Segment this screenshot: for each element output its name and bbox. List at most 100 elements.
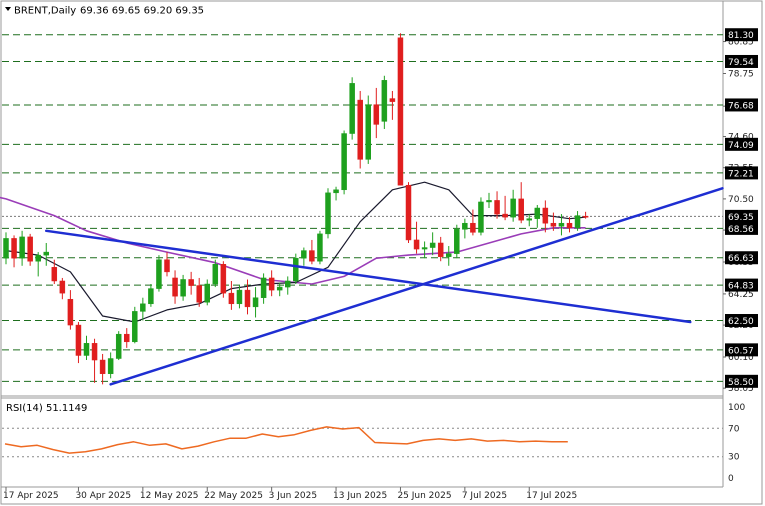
bullish-candle — [301, 250, 307, 259]
bearish-candle — [172, 277, 178, 297]
bearish-candle — [91, 343, 98, 361]
bullish-candle — [454, 229, 460, 254]
bullish-candle — [478, 201, 484, 233]
level-flag: 79.54 — [728, 58, 754, 68]
bearish-candle — [268, 277, 275, 291]
level-flag: 64.83 — [728, 282, 754, 292]
bullish-candle — [349, 83, 355, 134]
bearish-candle — [413, 239, 420, 250]
date-tick-label: 22 May 2025 — [204, 491, 263, 501]
bullish-candle — [260, 277, 267, 298]
bullish-candle — [486, 200, 492, 203]
bullish-candle — [510, 198, 516, 218]
bullish-candle — [252, 297, 259, 308]
level-flag: 66.63 — [728, 254, 754, 264]
bearish-candle — [405, 184, 412, 241]
bearish-candle — [309, 250, 315, 262]
bearish-candle — [437, 242, 444, 257]
bullish-candle — [212, 264, 219, 285]
bearish-candle — [51, 267, 58, 282]
bearish-candle — [357, 99, 363, 160]
symbol-label: BRENT,Daily — [14, 6, 76, 17]
date-tick-label: 30 Apr 2025 — [75, 491, 131, 501]
level-flag: 58.50 — [728, 378, 754, 388]
bearish-candle — [244, 289, 251, 308]
trendlines — [45, 187, 724, 386]
level-flags: 81.30 79.54 76.68 74.09 72.21 68.56 66.63 64.83… — [725, 28, 758, 388]
bearish-candle — [67, 298, 74, 326]
trendline — [109, 187, 724, 386]
chart-header: BRENT,Daily 69.36 69.65 69.20 69.35 — [5, 6, 204, 17]
candlesticks — [3, 33, 589, 385]
bullish-candle — [132, 311, 138, 343]
bullish-candle — [534, 207, 541, 219]
bullish-candle — [148, 288, 154, 305]
date-tick-label: 25 Jun 2025 — [397, 491, 451, 501]
bullish-candle — [325, 192, 331, 235]
bullish-candle — [381, 80, 388, 122]
bearish-candle — [566, 222, 573, 229]
bearish-candle — [397, 37, 404, 186]
bearish-candle — [99, 359, 106, 374]
bullish-candle — [317, 233, 323, 262]
bullish-candle — [115, 333, 122, 359]
bearish-candle — [220, 264, 227, 294]
rsi-line — [4, 426, 568, 454]
bullish-candle — [19, 236, 25, 259]
bearish-candle — [470, 222, 476, 233]
bullish-candle — [236, 289, 243, 305]
bullish-candle — [285, 280, 291, 288]
bullish-candle — [43, 251, 49, 256]
support-resistance-levels — [2, 34, 723, 382]
bullish-candle — [526, 218, 532, 221]
date-tick-label: 12 May 2025 — [140, 491, 199, 501]
bullish-candle — [3, 238, 9, 259]
bullish-candle — [558, 222, 565, 227]
bearish-candle — [373, 104, 380, 125]
bullish-candle — [421, 247, 428, 250]
bearish-candle — [11, 238, 17, 259]
bullish-candle — [341, 133, 347, 191]
price-tick-label: 78.75 — [728, 69, 754, 79]
bearish-candle — [582, 215, 589, 218]
bearish-candle — [494, 200, 500, 215]
bullish-candle — [333, 189, 339, 194]
bearish-candle — [518, 198, 524, 221]
bullish-candle — [574, 215, 581, 229]
bullish-candle — [365, 104, 371, 160]
date-tick-label: 3 Jun 2025 — [269, 491, 317, 501]
bullish-candle — [462, 222, 468, 230]
current-price-flag: 69.35 — [728, 213, 754, 223]
level-flag: 81.30 — [728, 31, 754, 41]
bearish-candle — [27, 236, 33, 262]
ohlc-values: 69.36 69.65 69.20 69.35 — [80, 6, 204, 17]
bearish-candle — [542, 207, 549, 224]
rsi-tick-label: 0 — [728, 474, 734, 484]
bearish-candle — [196, 285, 202, 303]
bearish-candle — [389, 98, 396, 102]
date-axis: 17 Apr 2025 30 Apr 2025 12 May 2025 22 May … — [3, 487, 577, 501]
date-tick-label: 7 Jul 2025 — [462, 491, 507, 501]
bearish-candle — [502, 213, 508, 218]
bearish-candle — [75, 324, 82, 356]
bearish-candle — [59, 280, 66, 294]
bearish-candle — [164, 259, 170, 273]
rsi-pane: 100 70 30 0 — [2, 403, 745, 484]
price-tick-label: 70.50 — [728, 195, 754, 205]
level-flag: 76.68 — [728, 101, 754, 111]
bullish-candle — [140, 303, 146, 312]
rsi-tick-label: 30 — [728, 453, 740, 463]
bullish-candle — [156, 259, 162, 289]
level-flag: 62.50 — [728, 317, 754, 327]
bullish-candle — [204, 283, 210, 303]
bearish-candle — [550, 222, 557, 227]
rsi-tick-label: 70 — [728, 424, 740, 434]
bullish-candle — [107, 358, 114, 374]
rsi-tick-label: 100 — [728, 403, 745, 413]
bullish-candle — [276, 286, 283, 291]
dropdown-triangle-icon[interactable] — [5, 7, 11, 11]
bearish-candle — [124, 333, 130, 343]
date-tick-label: 17 Jul 2025 — [526, 491, 577, 501]
price-chart: 80.8578.7576.6074.6072.5570.5068.4566.35… — [0, 0, 763, 505]
date-tick-label: 13 Jun 2025 — [333, 491, 387, 501]
